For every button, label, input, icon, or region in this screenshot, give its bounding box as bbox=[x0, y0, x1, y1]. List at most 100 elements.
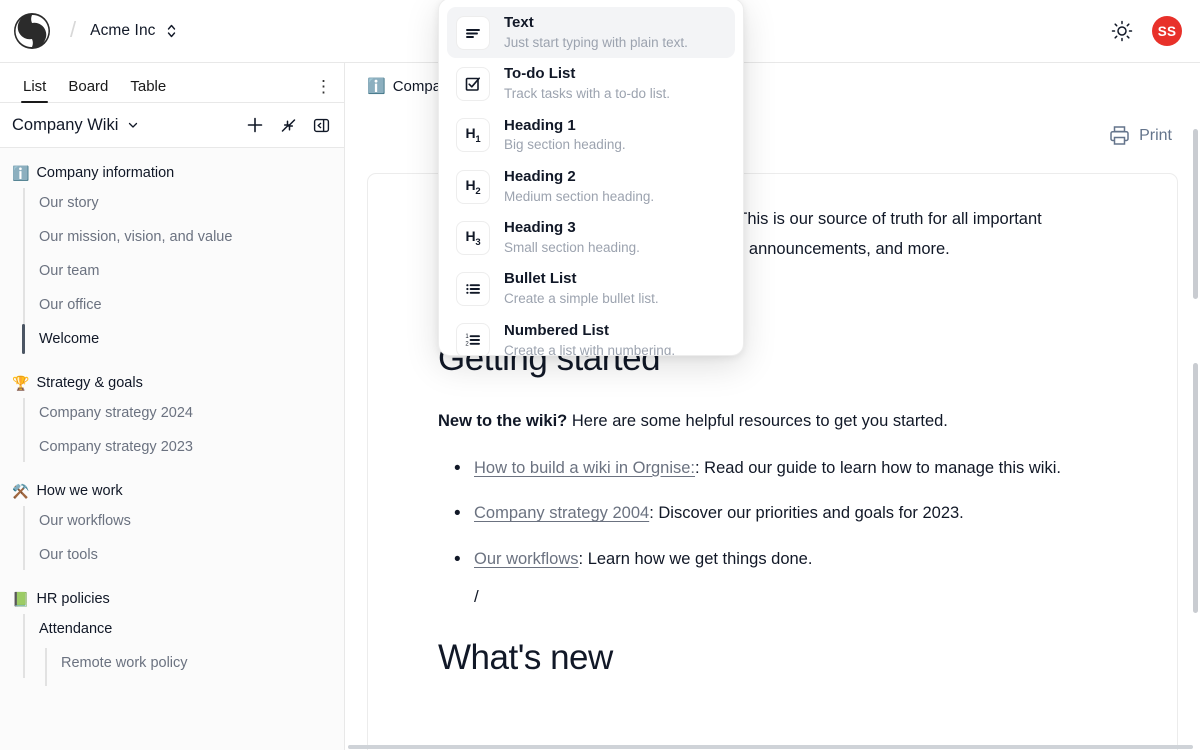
menu-item-text-block: Text Just start typing with plain text. bbox=[504, 14, 688, 51]
document-scrollbar[interactable] bbox=[1193, 363, 1198, 613]
link-our-workflows[interactable]: Our workflows bbox=[474, 550, 579, 568]
checkbox-checked-icon bbox=[456, 67, 490, 101]
menu-item-text-block: Heading 3 Small section heading. bbox=[504, 219, 640, 256]
menu-item-bullet-list[interactable]: Bullet List Create a simple bullet list. bbox=[447, 263, 735, 314]
org-name[interactable]: Acme Inc bbox=[90, 22, 155, 40]
menu-item-title: Heading 3 bbox=[504, 219, 640, 238]
list-item-text: : Read our guide to learn how to manage … bbox=[695, 459, 1061, 477]
sidebar-item-our-mission[interactable]: Our mission, vision, and value bbox=[23, 220, 344, 254]
sidebar-item-our-team[interactable]: Our team bbox=[23, 254, 344, 288]
info-emoji-icon: ℹ️ bbox=[12, 166, 29, 180]
spacer bbox=[0, 572, 344, 586]
bullet-list-icon bbox=[456, 272, 490, 306]
menu-item-text-block: To-do List Track tasks with a to-do list… bbox=[504, 65, 670, 102]
tree-group-how-we-work: ⚒️ How we work Our workflows Our tools bbox=[0, 478, 344, 572]
menu-item-heading-2[interactable]: H2 Heading 2 Medium section heading. bbox=[447, 161, 735, 212]
list-item: Our workflows: Learn how we get things d… bbox=[438, 546, 1098, 572]
tree-group-strategy-goals: 🏆 Strategy & goals Company strategy 2024… bbox=[0, 370, 344, 464]
menu-item-title: To-do List bbox=[504, 65, 670, 84]
menu-item-description: Small section heading. bbox=[504, 239, 640, 257]
logo-container[interactable] bbox=[12, 11, 52, 51]
section-lead-rest: Here are some helpful resources to get y… bbox=[567, 412, 948, 430]
svg-text:2: 2 bbox=[465, 342, 469, 348]
menu-item-todo-list[interactable]: To-do List Track tasks with a to-do list… bbox=[447, 58, 735, 109]
info-emoji-icon: ℹ️ bbox=[367, 77, 386, 95]
app-root: / Acme Inc SS bbox=[0, 0, 1200, 750]
sidebar-item-our-workflows[interactable]: Our workflows bbox=[23, 504, 344, 538]
link-company-strategy[interactable]: Company strategy 2004 bbox=[474, 504, 649, 522]
sidebar-item-our-office[interactable]: Our office bbox=[23, 288, 344, 322]
plus-icon[interactable] bbox=[246, 116, 264, 134]
menu-item-title: Numbered List bbox=[504, 322, 675, 341]
text-lines-icon bbox=[456, 16, 490, 50]
menu-item-numbered-list[interactable]: 1 2 Numbered List Create a list with num… bbox=[447, 315, 735, 356]
sun-icon[interactable] bbox=[1111, 20, 1133, 42]
trophy-emoji-icon: 🏆 bbox=[12, 376, 29, 390]
menu-item-description: Track tasks with a to-do list. bbox=[504, 85, 670, 103]
tab-table[interactable]: Table bbox=[119, 78, 177, 102]
sidebar-item-remote-work-policy[interactable]: Remote work policy bbox=[45, 646, 344, 680]
main-scrollbar[interactable] bbox=[1193, 129, 1198, 299]
print-button[interactable]: Print bbox=[1109, 117, 1172, 146]
wiki-title[interactable]: Company Wiki bbox=[12, 116, 118, 135]
sidebar-item-welcome[interactable]: Welcome bbox=[23, 322, 344, 356]
section-lead-bold: New to the wiki? bbox=[438, 412, 567, 430]
tree-group-label: Strategy & goals bbox=[36, 375, 142, 391]
menu-item-text[interactable]: Text Just start typing with plain text. bbox=[447, 7, 735, 58]
tree-children: Attendance Remote work policy bbox=[23, 612, 344, 680]
menu-item-description: Create a simple bullet list. bbox=[504, 290, 659, 308]
menu-item-title: Text bbox=[504, 14, 688, 33]
header-actions: SS bbox=[1111, 16, 1182, 46]
collapse-arrows-icon[interactable] bbox=[280, 117, 297, 134]
tab-board[interactable]: Board bbox=[57, 78, 119, 102]
tree-group-header[interactable]: ℹ️ Company information bbox=[0, 160, 344, 186]
tree-children: Our story Our mission, vision, and value… bbox=[23, 186, 344, 356]
tree-group-company-information: ℹ️ Company information Our story Our mis… bbox=[0, 160, 344, 356]
menu-item-description: Just start typing with plain text. bbox=[504, 34, 688, 52]
hammer-pick-emoji-icon: ⚒️ bbox=[12, 484, 29, 498]
resources-list: How to build a wiki in Orgnise:: Read ou… bbox=[438, 455, 1151, 572]
slash-command-menu: Text Just start typing with plain text. … bbox=[438, 0, 744, 356]
chevron-up-down-icon[interactable] bbox=[165, 22, 178, 40]
menu-item-heading-3[interactable]: H3 Heading 3 Small section heading. bbox=[447, 212, 735, 263]
horizontal-scrollbar[interactable] bbox=[348, 745, 1193, 749]
green-book-emoji-icon: 📗 bbox=[12, 592, 29, 606]
chevron-down-icon[interactable] bbox=[127, 119, 139, 131]
view-tabs: List Board Table ⋮ bbox=[0, 63, 344, 103]
sidebar-item-company-strategy-2024[interactable]: Company strategy 2024 bbox=[23, 396, 344, 430]
menu-item-description: Big section heading. bbox=[504, 136, 626, 154]
tree-group-header[interactable]: 📗 HR policies bbox=[0, 586, 344, 612]
tree-children: Our workflows Our tools bbox=[23, 504, 344, 572]
link-how-to-build-wiki[interactable]: How to build a wiki in Orgnise: bbox=[474, 459, 695, 477]
menu-item-description: Create a list with numbering. bbox=[504, 342, 675, 356]
spacer bbox=[0, 464, 344, 478]
avatar[interactable]: SS bbox=[1152, 16, 1182, 46]
tree-subchildren: Remote work policy bbox=[45, 646, 344, 680]
orgnise-logo-icon bbox=[12, 11, 52, 51]
list-item-text: : Discover our priorities and goals for … bbox=[649, 504, 964, 522]
sidebar-item-company-strategy-2023[interactable]: Company strategy 2023 bbox=[23, 430, 344, 464]
page-tree: ℹ️ Company information Our story Our mis… bbox=[0, 148, 344, 680]
tree-group-hr-policies: 📗 HR policies Attendance Remote work pol… bbox=[0, 586, 344, 680]
heading-3-icon: H3 bbox=[456, 221, 490, 255]
tab-list[interactable]: List bbox=[12, 78, 57, 102]
kebab-menu-icon[interactable]: ⋮ bbox=[315, 78, 332, 102]
list-item: Company strategy 2004: Discover our prio… bbox=[438, 500, 1098, 526]
menu-item-title: Heading 1 bbox=[504, 117, 626, 136]
sidebar-item-attendance[interactable]: Attendance bbox=[23, 612, 344, 646]
spacer bbox=[0, 356, 344, 370]
sidebar-toggle-icon[interactable] bbox=[313, 117, 330, 134]
trailing-slash-line[interactable]: / bbox=[438, 587, 1151, 607]
sidebar-item-our-tools[interactable]: Our tools bbox=[23, 538, 344, 572]
tree-group-header[interactable]: ⚒️ How we work bbox=[0, 478, 344, 504]
wiki-header: Company Wiki bbox=[0, 103, 344, 148]
menu-item-heading-1[interactable]: H1 Heading 1 Big section heading. bbox=[447, 110, 735, 161]
heading-2-icon: H2 bbox=[456, 170, 490, 204]
heading-1-icon: H1 bbox=[456, 118, 490, 152]
tree-group-label: How we work bbox=[36, 483, 122, 499]
tree-group-label: Company information bbox=[36, 165, 174, 181]
sidebar-item-our-story[interactable]: Our story bbox=[23, 186, 344, 220]
tree-children: Company strategy 2024 Company strategy 2… bbox=[23, 396, 344, 464]
tree-group-header[interactable]: 🏆 Strategy & goals bbox=[0, 370, 344, 396]
menu-item-description: Medium section heading. bbox=[504, 188, 654, 206]
